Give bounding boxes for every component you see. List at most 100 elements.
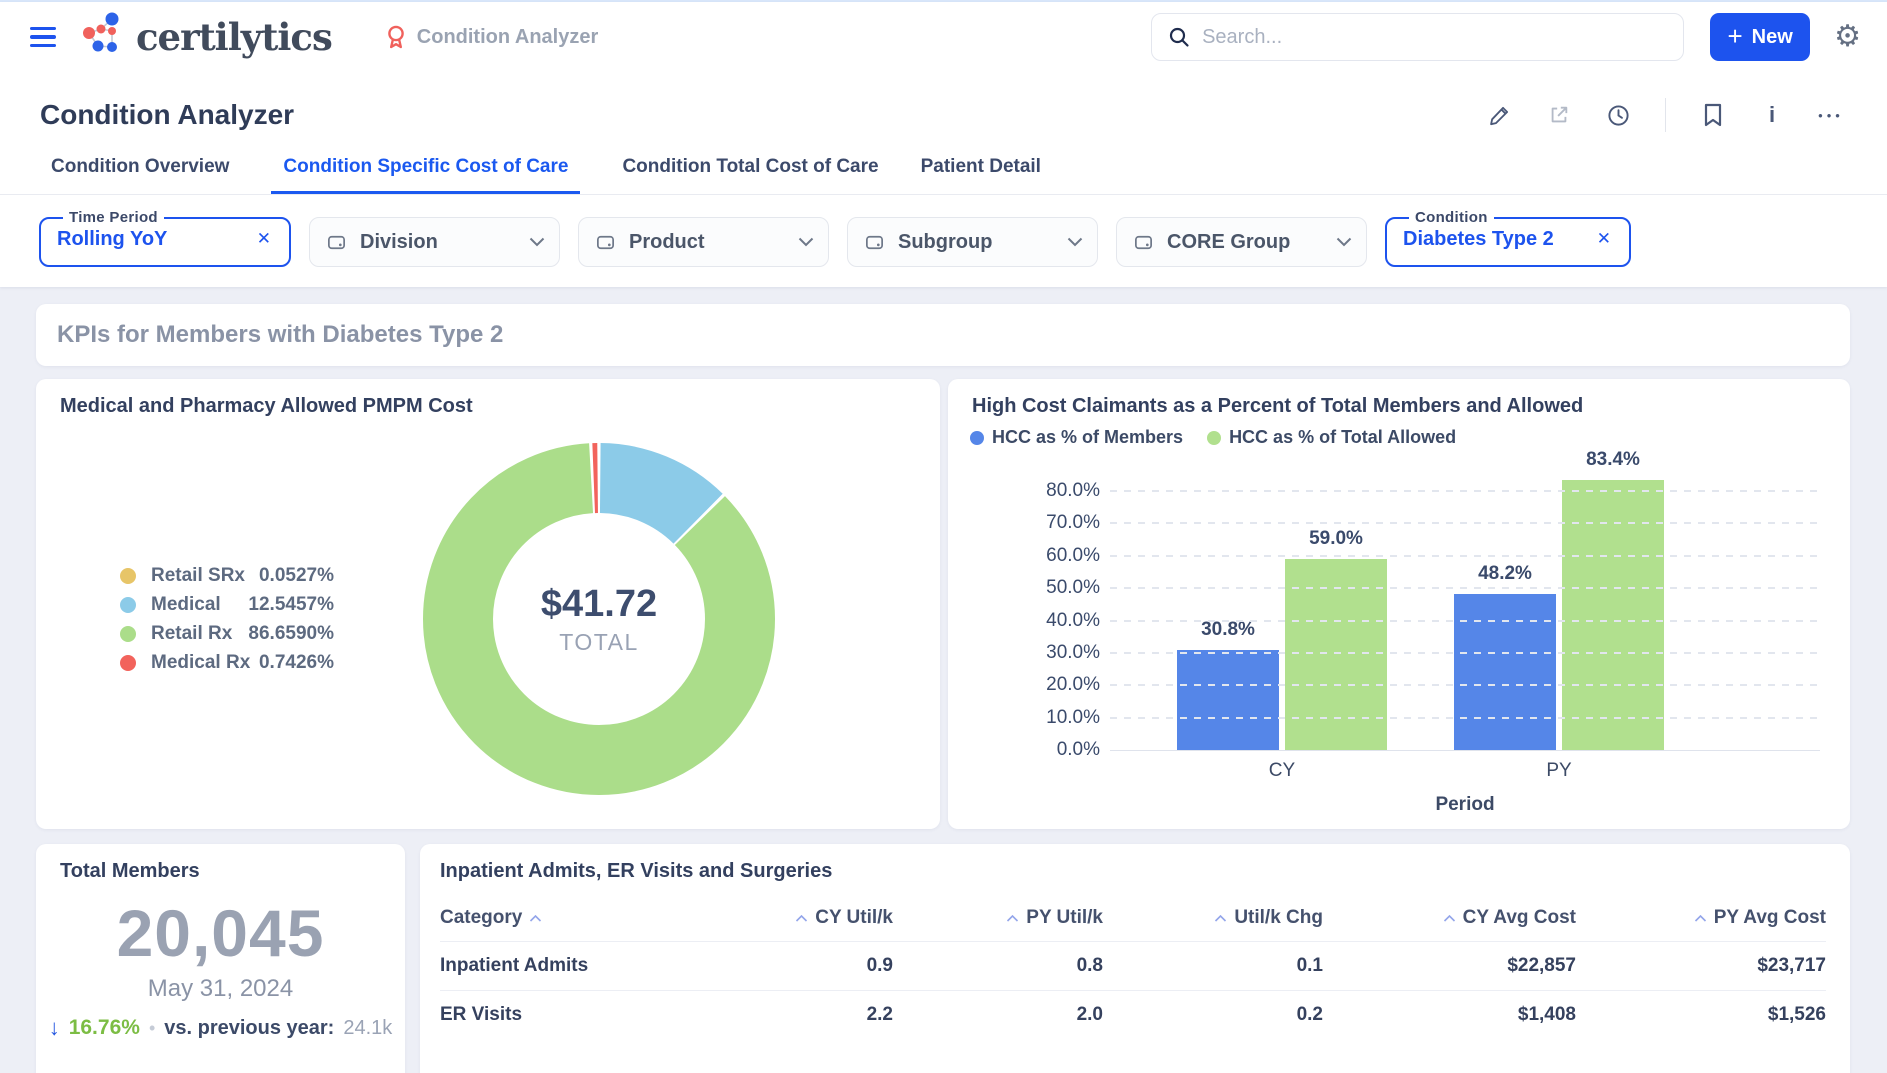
clear-time-period-icon[interactable]: ✕ bbox=[253, 227, 275, 251]
search-icon bbox=[1168, 26, 1190, 48]
sort-icon bbox=[529, 914, 542, 923]
legend-value: 0.0527% bbox=[259, 565, 334, 587]
condition-value: Diabetes Type 2 bbox=[1403, 228, 1554, 251]
comparison-label: vs. previous year: bbox=[164, 1017, 334, 1040]
bookmark-icon[interactable] bbox=[1701, 103, 1725, 127]
app-badge[interactable]: Condition Analyzer bbox=[384, 24, 598, 50]
y-tick-label: 40.0% bbox=[970, 610, 1100, 632]
chevron-down-icon bbox=[1067, 237, 1083, 247]
legend-value: 0.7426% bbox=[259, 652, 334, 674]
legend-item[interactable]: Medical Rx 0.7426% bbox=[120, 648, 334, 677]
dashboard-content: KPIs for Members with Diabetes Type 2 Me… bbox=[0, 287, 1887, 1073]
bar-py-members[interactable]: 48.2% bbox=[1454, 594, 1556, 750]
new-button[interactable]: + New bbox=[1710, 13, 1810, 61]
total-members-value: 20,045 bbox=[36, 895, 405, 971]
legend-item[interactable]: Retail Rx 86.6590% bbox=[120, 619, 334, 648]
top-section: certilytics Condition Analyzer + New bbox=[0, 2, 1887, 287]
y-gridline bbox=[1110, 652, 1820, 654]
brand-name: certilytics bbox=[136, 15, 332, 59]
tag-icon bbox=[595, 232, 616, 253]
condition-filter[interactable]: Condition Diabetes Type 2 ✕ bbox=[1385, 209, 1631, 267]
plus-icon: + bbox=[1727, 23, 1742, 49]
logo-icon bbox=[76, 11, 128, 63]
core-group-dropdown[interactable]: CORE Group bbox=[1116, 217, 1367, 267]
tab-condition-specific-cost[interactable]: Condition Specific Cost of Care bbox=[271, 156, 580, 194]
y-tick-label: 10.0% bbox=[970, 707, 1100, 729]
more-icon[interactable]: ••• bbox=[1819, 103, 1843, 127]
bar-group-py: 48.2% 83.4% bbox=[1454, 480, 1664, 750]
gear-icon[interactable]: ⚙ bbox=[1834, 22, 1861, 52]
legend-item[interactable]: HCC as % of Total Allowed bbox=[1207, 427, 1456, 448]
app-badge-label: Condition Analyzer bbox=[417, 26, 598, 49]
hcc-legend: HCC as % of Members HCC as % of Total Al… bbox=[970, 427, 1850, 448]
down-arrow-icon: ↓ bbox=[49, 1015, 60, 1041]
column-header-py-avg-cost[interactable]: PY Avg Cost bbox=[1576, 895, 1826, 941]
change-percent: 16.76% bbox=[69, 1016, 140, 1040]
tab-condition-total-cost[interactable]: Condition Total Cost of Care bbox=[622, 156, 878, 194]
ribbon-icon bbox=[384, 24, 408, 50]
screen: certilytics Condition Analyzer + New bbox=[0, 0, 1887, 1073]
time-period-label: Time Period bbox=[63, 209, 164, 226]
y-gridline bbox=[1110, 684, 1820, 686]
sort-icon bbox=[1006, 914, 1019, 923]
bar-cy-members[interactable]: 30.8% bbox=[1177, 650, 1279, 750]
clear-condition-icon[interactable]: ✕ bbox=[1593, 227, 1615, 251]
page-title: Condition Analyzer bbox=[40, 99, 294, 131]
y-gridline bbox=[1110, 717, 1820, 719]
divider bbox=[1665, 98, 1666, 132]
bar-value-label: 83.4% bbox=[1562, 449, 1664, 471]
pmpm-card-title: Medical and Pharmacy Allowed PMPM Cost bbox=[36, 379, 940, 418]
title-actions: i ••• bbox=[1488, 98, 1843, 132]
certilytics-logo[interactable]: certilytics bbox=[76, 11, 332, 63]
tag-icon bbox=[326, 232, 347, 253]
legend-item[interactable]: Retail SRx 0.0527% bbox=[120, 561, 334, 590]
legend-label: HCC as % of Total Allowed bbox=[1229, 427, 1456, 448]
y-tick-label: 30.0% bbox=[970, 642, 1100, 664]
bar-chart: 0.0%10.0%20.0%30.0%40.0%50.0%60.0%70.0%8… bbox=[970, 479, 1828, 751]
utilization-table: Category CY Util/k PY Util/k Util/k Chg bbox=[440, 895, 1830, 1039]
bar-value-label: 30.8% bbox=[1177, 619, 1279, 641]
legend-item[interactable]: HCC as % of Members bbox=[970, 427, 1183, 448]
tab-condition-overview[interactable]: Condition Overview bbox=[51, 156, 229, 194]
legend-dot bbox=[970, 431, 984, 445]
donut-segment-retail-rx[interactable] bbox=[458, 478, 740, 760]
bottom-row: Total Members 20,045 May 31, 2024 ↓ 16.7… bbox=[36, 844, 1850, 1073]
info-icon[interactable]: i bbox=[1760, 103, 1784, 127]
subgroup-dropdown[interactable]: Subgroup bbox=[847, 217, 1098, 267]
donut-chart[interactable]: $41.72 TOTAL bbox=[423, 443, 775, 795]
tab-patient-detail[interactable]: Patient Detail bbox=[921, 156, 1041, 194]
separator-dot: • bbox=[149, 1018, 155, 1039]
bar-value-label: 59.0% bbox=[1285, 528, 1387, 550]
legend-label: Retail SRx bbox=[151, 565, 259, 587]
legend-item[interactable]: Medical 12.5457% bbox=[120, 590, 334, 619]
y-gridline bbox=[1110, 555, 1820, 557]
column-header-cy-utilk[interactable]: CY Util/k bbox=[735, 895, 893, 941]
search-box[interactable] bbox=[1151, 13, 1684, 61]
table-cell: 2.0 bbox=[893, 990, 1103, 1039]
column-header-py-utilk[interactable]: PY Util/k bbox=[893, 895, 1103, 941]
product-dropdown[interactable]: Product bbox=[578, 217, 829, 267]
history-icon[interactable] bbox=[1606, 103, 1630, 127]
legend-dot bbox=[120, 655, 136, 671]
edit-icon[interactable] bbox=[1488, 103, 1512, 127]
time-period-value: Rolling YoY bbox=[57, 228, 167, 251]
y-axis: 0.0%10.0%20.0%30.0%40.0%50.0%60.0%70.0%8… bbox=[970, 479, 1100, 751]
legend-label: Medical Rx bbox=[151, 652, 259, 674]
condition-label: Condition bbox=[1409, 209, 1494, 226]
comparison-value: 24.1k bbox=[343, 1017, 392, 1040]
time-period-filter[interactable]: Time Period Rolling YoY ✕ bbox=[39, 209, 291, 267]
y-tick-label: 70.0% bbox=[970, 512, 1100, 534]
open-external-icon[interactable] bbox=[1547, 103, 1571, 127]
kpi-banner: KPIs for Members with Diabetes Type 2 bbox=[36, 304, 1850, 366]
search-input[interactable] bbox=[1202, 26, 1667, 49]
chevron-down-icon bbox=[1336, 237, 1352, 247]
division-dropdown[interactable]: Division bbox=[309, 217, 560, 267]
column-header-utilk-chg[interactable]: Util/k Chg bbox=[1103, 895, 1323, 941]
table-cell: 2.2 bbox=[735, 990, 893, 1039]
menu-icon[interactable] bbox=[30, 27, 56, 47]
bar-py-allowed[interactable]: 83.4% bbox=[1562, 480, 1664, 750]
core-group-label: CORE Group bbox=[1167, 231, 1323, 254]
column-header-category[interactable]: Category bbox=[440, 895, 735, 941]
column-header-cy-avg-cost[interactable]: CY Avg Cost bbox=[1323, 895, 1576, 941]
legend-dot bbox=[120, 597, 136, 613]
